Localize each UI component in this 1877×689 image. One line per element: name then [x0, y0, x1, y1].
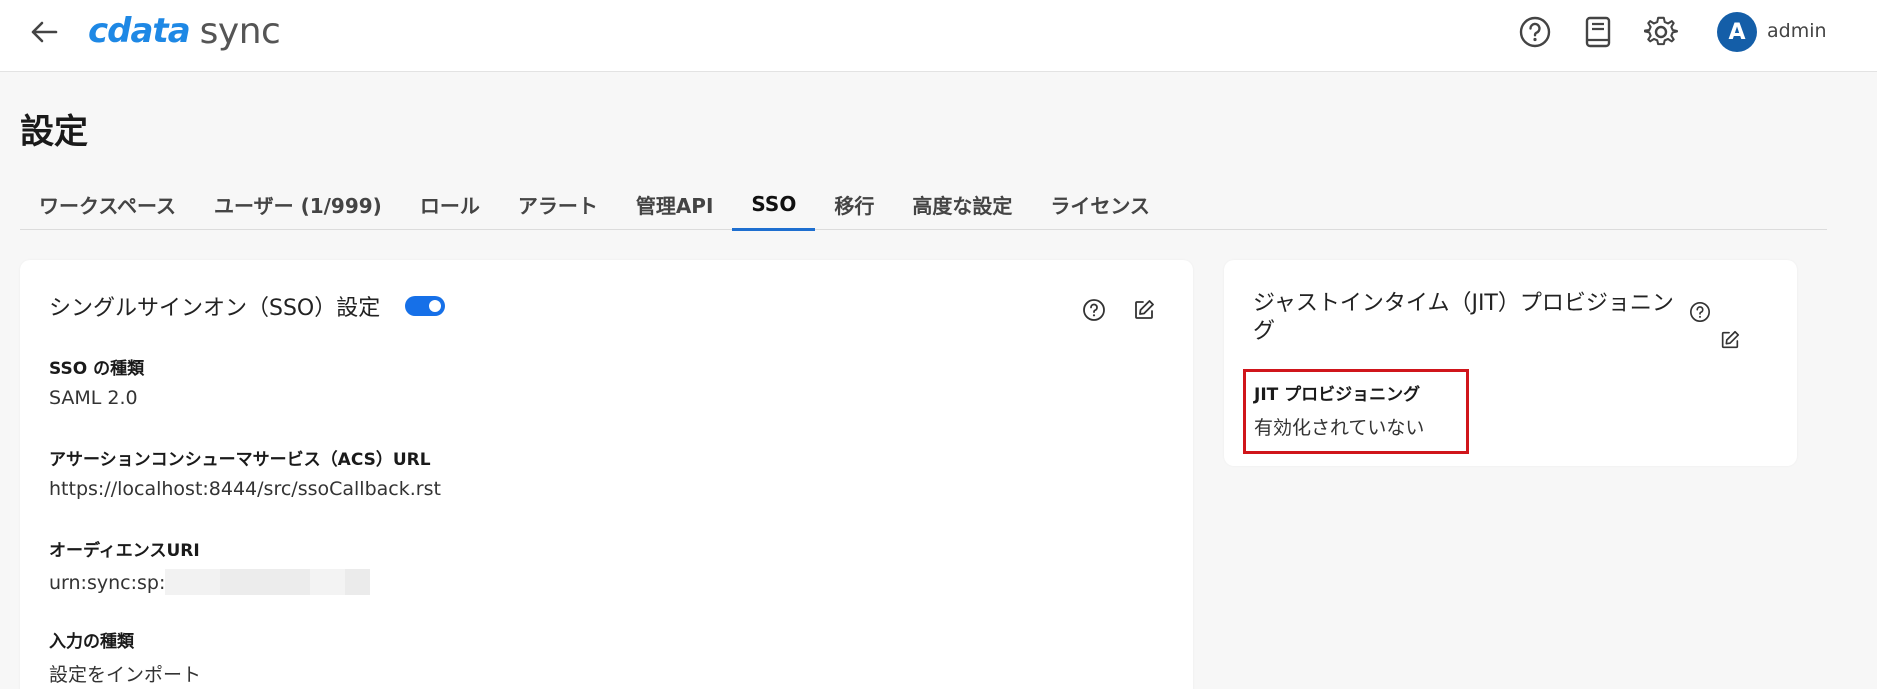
- field-value: SAML 2.0: [49, 387, 138, 409]
- tab-sso[interactable]: SSO: [732, 178, 816, 231]
- settings-tabs: ワークスペース ユーザー (1/999) ロール アラート 管理API SSO …: [20, 178, 1827, 231]
- help-icon[interactable]: [1079, 295, 1109, 325]
- book-icon[interactable]: [1578, 12, 1618, 52]
- input-type-field: 入力の種類 設定をインポート: [49, 627, 201, 687]
- page-title: 設定: [20, 112, 88, 152]
- logo-product-text: sync: [199, 10, 281, 52]
- username-label[interactable]: admin: [1767, 20, 1827, 42]
- app-logo[interactable]: cdata sync: [88, 6, 281, 56]
- top-bar: cdata sync A admin: [0, 0, 1877, 72]
- field-value: urn:sync:sp:: [49, 569, 371, 595]
- field-label: 入力の種類: [49, 632, 134, 652]
- field-value: 設定をインポート: [49, 664, 202, 686]
- field-label: アサーションコンシューマサービス（ACS）URL: [49, 450, 431, 470]
- tab-migration[interactable]: 移行: [815, 178, 893, 230]
- tab-advanced-settings[interactable]: 高度な設定: [893, 178, 1031, 230]
- jit-title-line1: ジャストインタイム（JIT）プロビジョニン: [1253, 291, 1674, 316]
- jit-card-title: ジャストインタイム（JIT）プロビジョニン グ: [1253, 290, 1723, 346]
- audience-uri-field: オーディエンスURI urn:sync:sp:: [49, 536, 371, 595]
- edit-icon[interactable]: [1129, 295, 1159, 325]
- help-icon[interactable]: [1515, 12, 1555, 52]
- tab-workspace[interactable]: ワークスペース: [20, 178, 195, 230]
- tab-users[interactable]: ユーザー (1/999): [195, 178, 401, 230]
- logo-brand-text: cdata: [88, 11, 191, 51]
- help-icon[interactable]: [1685, 297, 1715, 327]
- audience-uri-value: urn:sync:sp:: [49, 572, 166, 594]
- tab-roles[interactable]: ロール: [401, 178, 499, 230]
- field-value: https://localhost:8444/src/ssoCallback.r…: [49, 478, 441, 500]
- gear-icon[interactable]: [1641, 12, 1681, 52]
- field-label: SSO の種類: [49, 359, 145, 379]
- redacted-block: [165, 569, 371, 595]
- highlight-annotation: [1243, 369, 1469, 454]
- acs-url-field: アサーションコンシューマサービス（ACS）URL https://localho…: [49, 445, 441, 500]
- tab-admin-api[interactable]: 管理API: [617, 178, 733, 230]
- back-arrow-icon[interactable]: [26, 14, 62, 50]
- tab-license[interactable]: ライセンス: [1031, 178, 1169, 230]
- jit-title-line2: グ: [1253, 319, 1276, 344]
- sso-enabled-toggle[interactable]: [405, 296, 445, 316]
- edit-icon[interactable]: [1715, 325, 1745, 355]
- sso-settings-card: シングルサインオン（SSO）設定 SSO の種類 SAML 2.0 アサーション…: [20, 260, 1193, 689]
- avatar[interactable]: A: [1717, 12, 1757, 52]
- field-label: オーディエンスURI: [49, 541, 200, 561]
- tab-alerts[interactable]: アラート: [499, 178, 617, 230]
- sso-type-field: SSO の種類 SAML 2.0: [49, 354, 144, 409]
- sso-card-title: シングルサインオン（SSO）設定: [49, 296, 381, 321]
